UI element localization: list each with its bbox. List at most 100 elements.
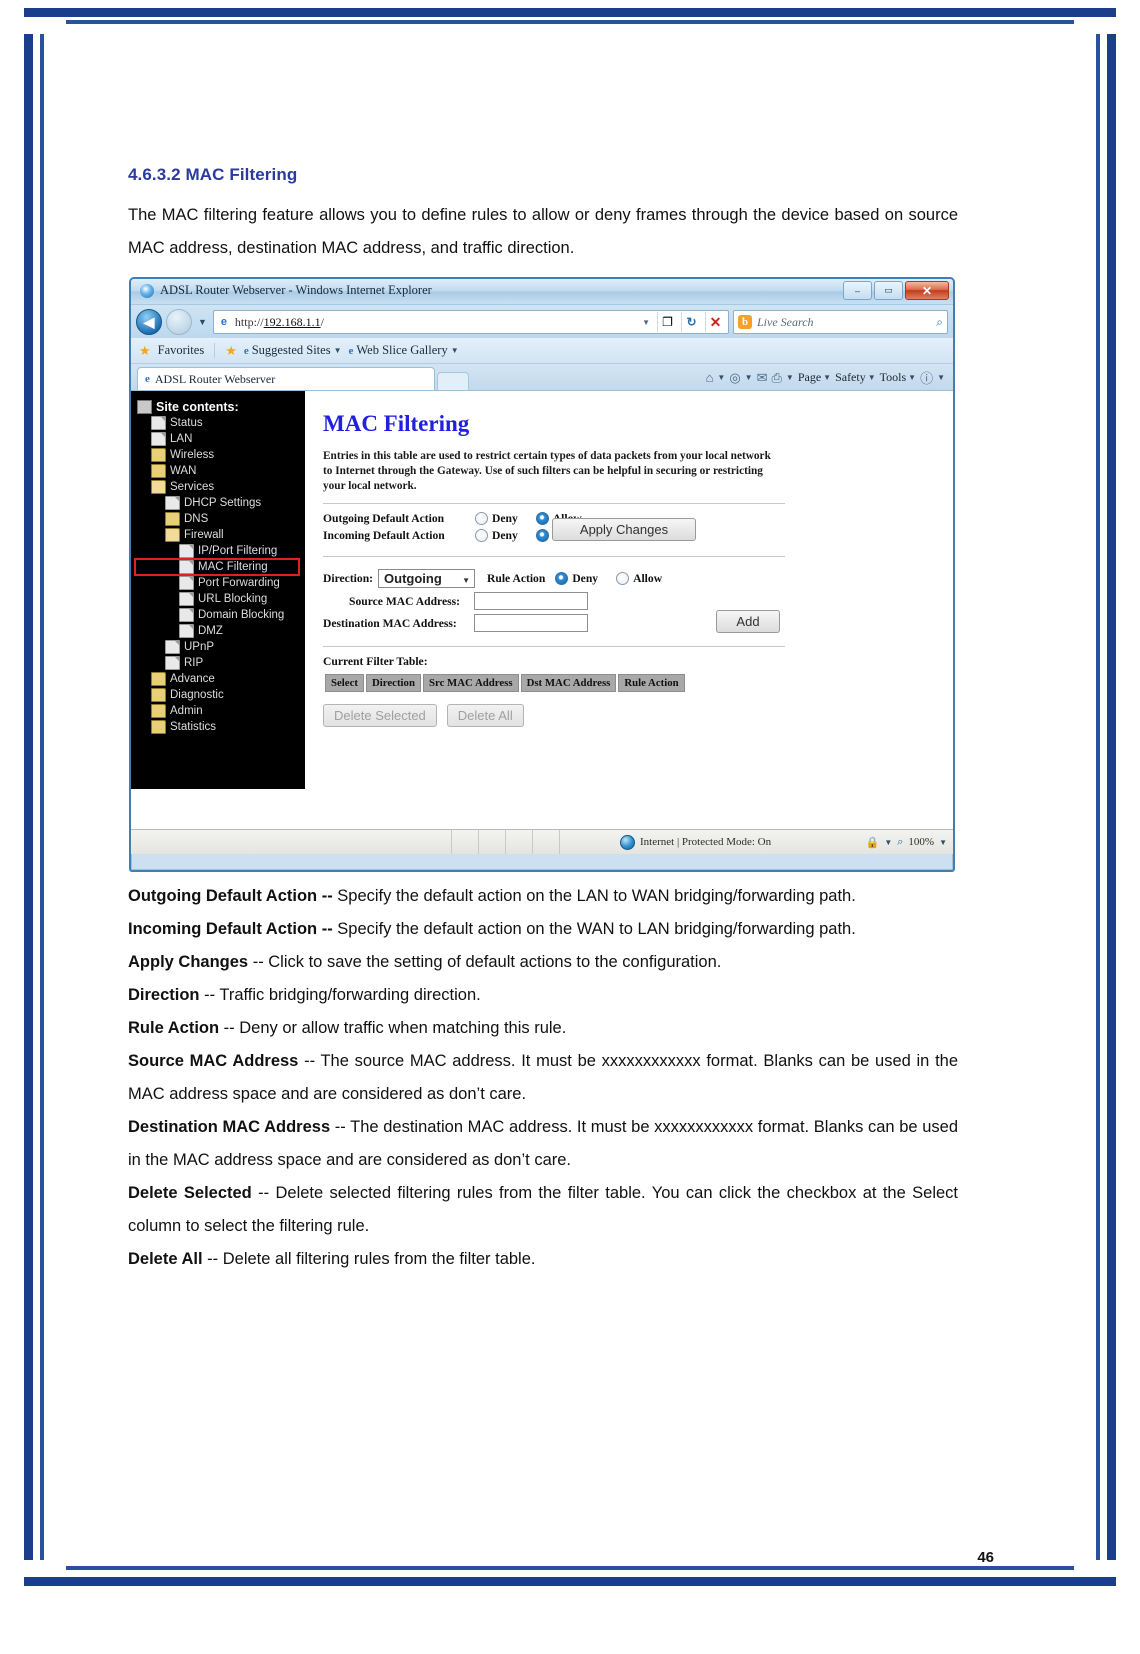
forward-button[interactable] [166, 309, 192, 335]
file-icon [165, 496, 180, 510]
sidebar-item-dhcp-settings[interactable]: DHCP Settings [135, 495, 305, 511]
help-icon[interactable]: ⓘ [920, 368, 933, 387]
definition-text: -- Traffic bridging/forwarding direction… [199, 986, 481, 1004]
sidebar-item-label: WAN [170, 465, 197, 477]
chevron-down-icon[interactable]: ▼ [937, 373, 945, 382]
radio-icon[interactable] [475, 529, 488, 542]
chevron-down-icon[interactable]: ▼ [884, 838, 892, 847]
sidebar-item-firewall[interactable]: Firewall [135, 527, 305, 543]
search-input[interactable]: b Live Search ⌕ [733, 310, 948, 334]
sidebar-item-services[interactable]: Services [135, 479, 305, 495]
sidebar-item-label: Wireless [170, 449, 215, 461]
definition-item: Outgoing Default Action -- Specify the d… [128, 880, 958, 913]
back-button[interactable]: ◀ [136, 309, 162, 335]
minimize-button[interactable]: – [843, 281, 872, 300]
radio-selected-icon[interactable] [535, 512, 549, 525]
definition-term: Delete All [128, 1250, 203, 1268]
maximize-button[interactable]: ▭ [874, 281, 903, 300]
mail-icon[interactable]: ✉ [757, 370, 768, 386]
apply-changes-button[interactable]: Apply Changes [552, 518, 696, 541]
source-mac-row: Source MAC Address: [323, 592, 937, 610]
outgoing-deny-radio-option[interactable]: Deny [475, 512, 518, 525]
sidebar-item-port-forwarding[interactable]: Port Forwarding [135, 575, 305, 591]
destination-mac-input[interactable] [474, 614, 588, 632]
table-header-row: Select Direction Src MAC Address Dst MAC Ad… [325, 674, 685, 692]
file-icon [179, 592, 194, 606]
page-menu[interactable]: Page ▼ [798, 370, 831, 385]
search-icon[interactable]: ⌕ [936, 315, 943, 330]
address-bar-row: ◀ ▼ e http://192.168.1.1/ ▼ ❐ ↻ ✕ b Live… [131, 305, 953, 337]
direction-select[interactable]: Outgoing ▼ [378, 569, 476, 588]
print-icon[interactable]: ⎙ [771, 370, 781, 386]
chevron-down-icon: ▼ [823, 373, 832, 382]
sidebar-item-mac-filtering[interactable]: MAC Filtering [134, 558, 300, 576]
internet-zone-icon [620, 834, 635, 850]
sidebar-item-diagnostic[interactable]: Diagnostic [135, 687, 305, 703]
chevron-down-icon[interactable]: ▼ [939, 838, 947, 847]
recent-pages-dropdown-icon[interactable]: ▼ [198, 317, 207, 327]
add-button[interactable]: Add [716, 610, 780, 633]
favorites-label[interactable]: Favorites [158, 343, 205, 358]
sidebar-item-label: DNS [184, 513, 209, 525]
sidebar-item-label: MAC Filtering [198, 561, 268, 573]
zoom-icon[interactable]: ⌕ [897, 836, 903, 849]
safety-menu[interactable]: Safety ▼ [835, 370, 876, 385]
folder-icon [151, 720, 166, 734]
divider [323, 503, 785, 504]
rule-action-deny-radio-option[interactable]: Deny [555, 572, 598, 585]
file-icon [179, 544, 194, 558]
frame-corner-bar-tr [1074, 8, 1116, 17]
radio-icon[interactable] [616, 572, 630, 585]
sidebar-item-wan[interactable]: WAN [135, 463, 305, 479]
delete-selected-button[interactable]: Delete Selected [323, 704, 437, 727]
stop-icon[interactable]: ✕ [705, 312, 725, 332]
command-bar: ⌂ ▼ ◎ ▼ ✉ ⎙ ▼ Page ▼ Safety ▼ Tools ▼ ⓘ ▼ [706, 368, 953, 390]
address-input[interactable]: e http://192.168.1.1/ ▼ ❐ ↻ ✕ [212, 310, 729, 334]
file-icon [179, 608, 194, 622]
address-dropdown-icon[interactable]: ▼ [639, 318, 653, 327]
chevron-down-icon[interactable]: ▼ [786, 373, 794, 382]
sidebar-item-label: Diagnostic [170, 689, 224, 701]
close-button[interactable]: ✕ [905, 281, 949, 300]
delete-all-button[interactable]: Delete All [446, 704, 524, 727]
sidebar-item-ip-port-filtering[interactable]: IP/Port Filtering [135, 543, 305, 559]
rule-action-allow-radio-option[interactable]: Allow [616, 572, 662, 585]
sidebar-item-status[interactable]: Status [135, 415, 305, 431]
sidebar-item-label: LAN [170, 433, 193, 445]
web-slice-gallery-item[interactable]: e Web Slice Gallery ▼ [348, 343, 458, 358]
sidebar-item-url-blocking[interactable]: URL Blocking [135, 591, 305, 607]
sidebar-item-wireless[interactable]: Wireless [135, 447, 305, 463]
sidebar-item-upnp[interactable]: UPnP [135, 639, 305, 655]
tools-menu[interactable]: Tools ▼ [880, 370, 916, 385]
source-mac-input[interactable] [474, 592, 588, 610]
sidebar-item-domain-blocking[interactable]: Domain Blocking [135, 607, 305, 623]
table-header-cell: Direction [365, 674, 421, 692]
sidebar-item-dns[interactable]: DNS [135, 511, 305, 527]
tab-adsl-router-webserver[interactable]: e ADSL Router Webserver [137, 367, 435, 390]
sidebar-item-dmz[interactable]: DMZ [135, 623, 305, 639]
suggested-sites-ie-icon: e [243, 344, 249, 357]
sidebar-item-advance[interactable]: Advance [135, 671, 305, 687]
chevron-down-icon[interactable]: ▼ [745, 373, 753, 382]
home-icon[interactable]: ⌂ [706, 370, 714, 386]
frame-corner-bar-bl [24, 1577, 66, 1586]
sidebar-item-rip[interactable]: RIP [135, 655, 305, 671]
chevron-down-icon: ▼ [450, 346, 459, 355]
radio-icon[interactable] [475, 512, 488, 525]
sidebar-item-lan[interactable]: LAN [135, 431, 305, 447]
page-title: 4.6.3.2 MAC Filtering [128, 165, 298, 184]
sidebar-item-admin[interactable]: Admin [135, 703, 305, 719]
chevron-down-icon[interactable]: ▼ [717, 373, 725, 382]
file-icon [165, 656, 180, 670]
definition-text: -- Delete selected filtering rules from … [128, 1184, 958, 1235]
feeds-icon[interactable]: ◎ [729, 370, 740, 386]
zoom-level: 100% [908, 836, 935, 848]
radio-selected-icon[interactable] [535, 529, 549, 542]
new-tab-button[interactable] [437, 372, 469, 390]
sidebar-item-statistics[interactable]: Statistics [135, 719, 305, 735]
incoming-deny-radio-option[interactable]: Deny [475, 529, 518, 542]
suggested-sites-item[interactable]: e Suggested Sites ▼ [244, 343, 342, 358]
compatibility-view-icon[interactable]: ❐ [657, 312, 677, 332]
radio-selected-icon[interactable] [555, 572, 569, 585]
refresh-icon[interactable]: ↻ [681, 312, 701, 332]
